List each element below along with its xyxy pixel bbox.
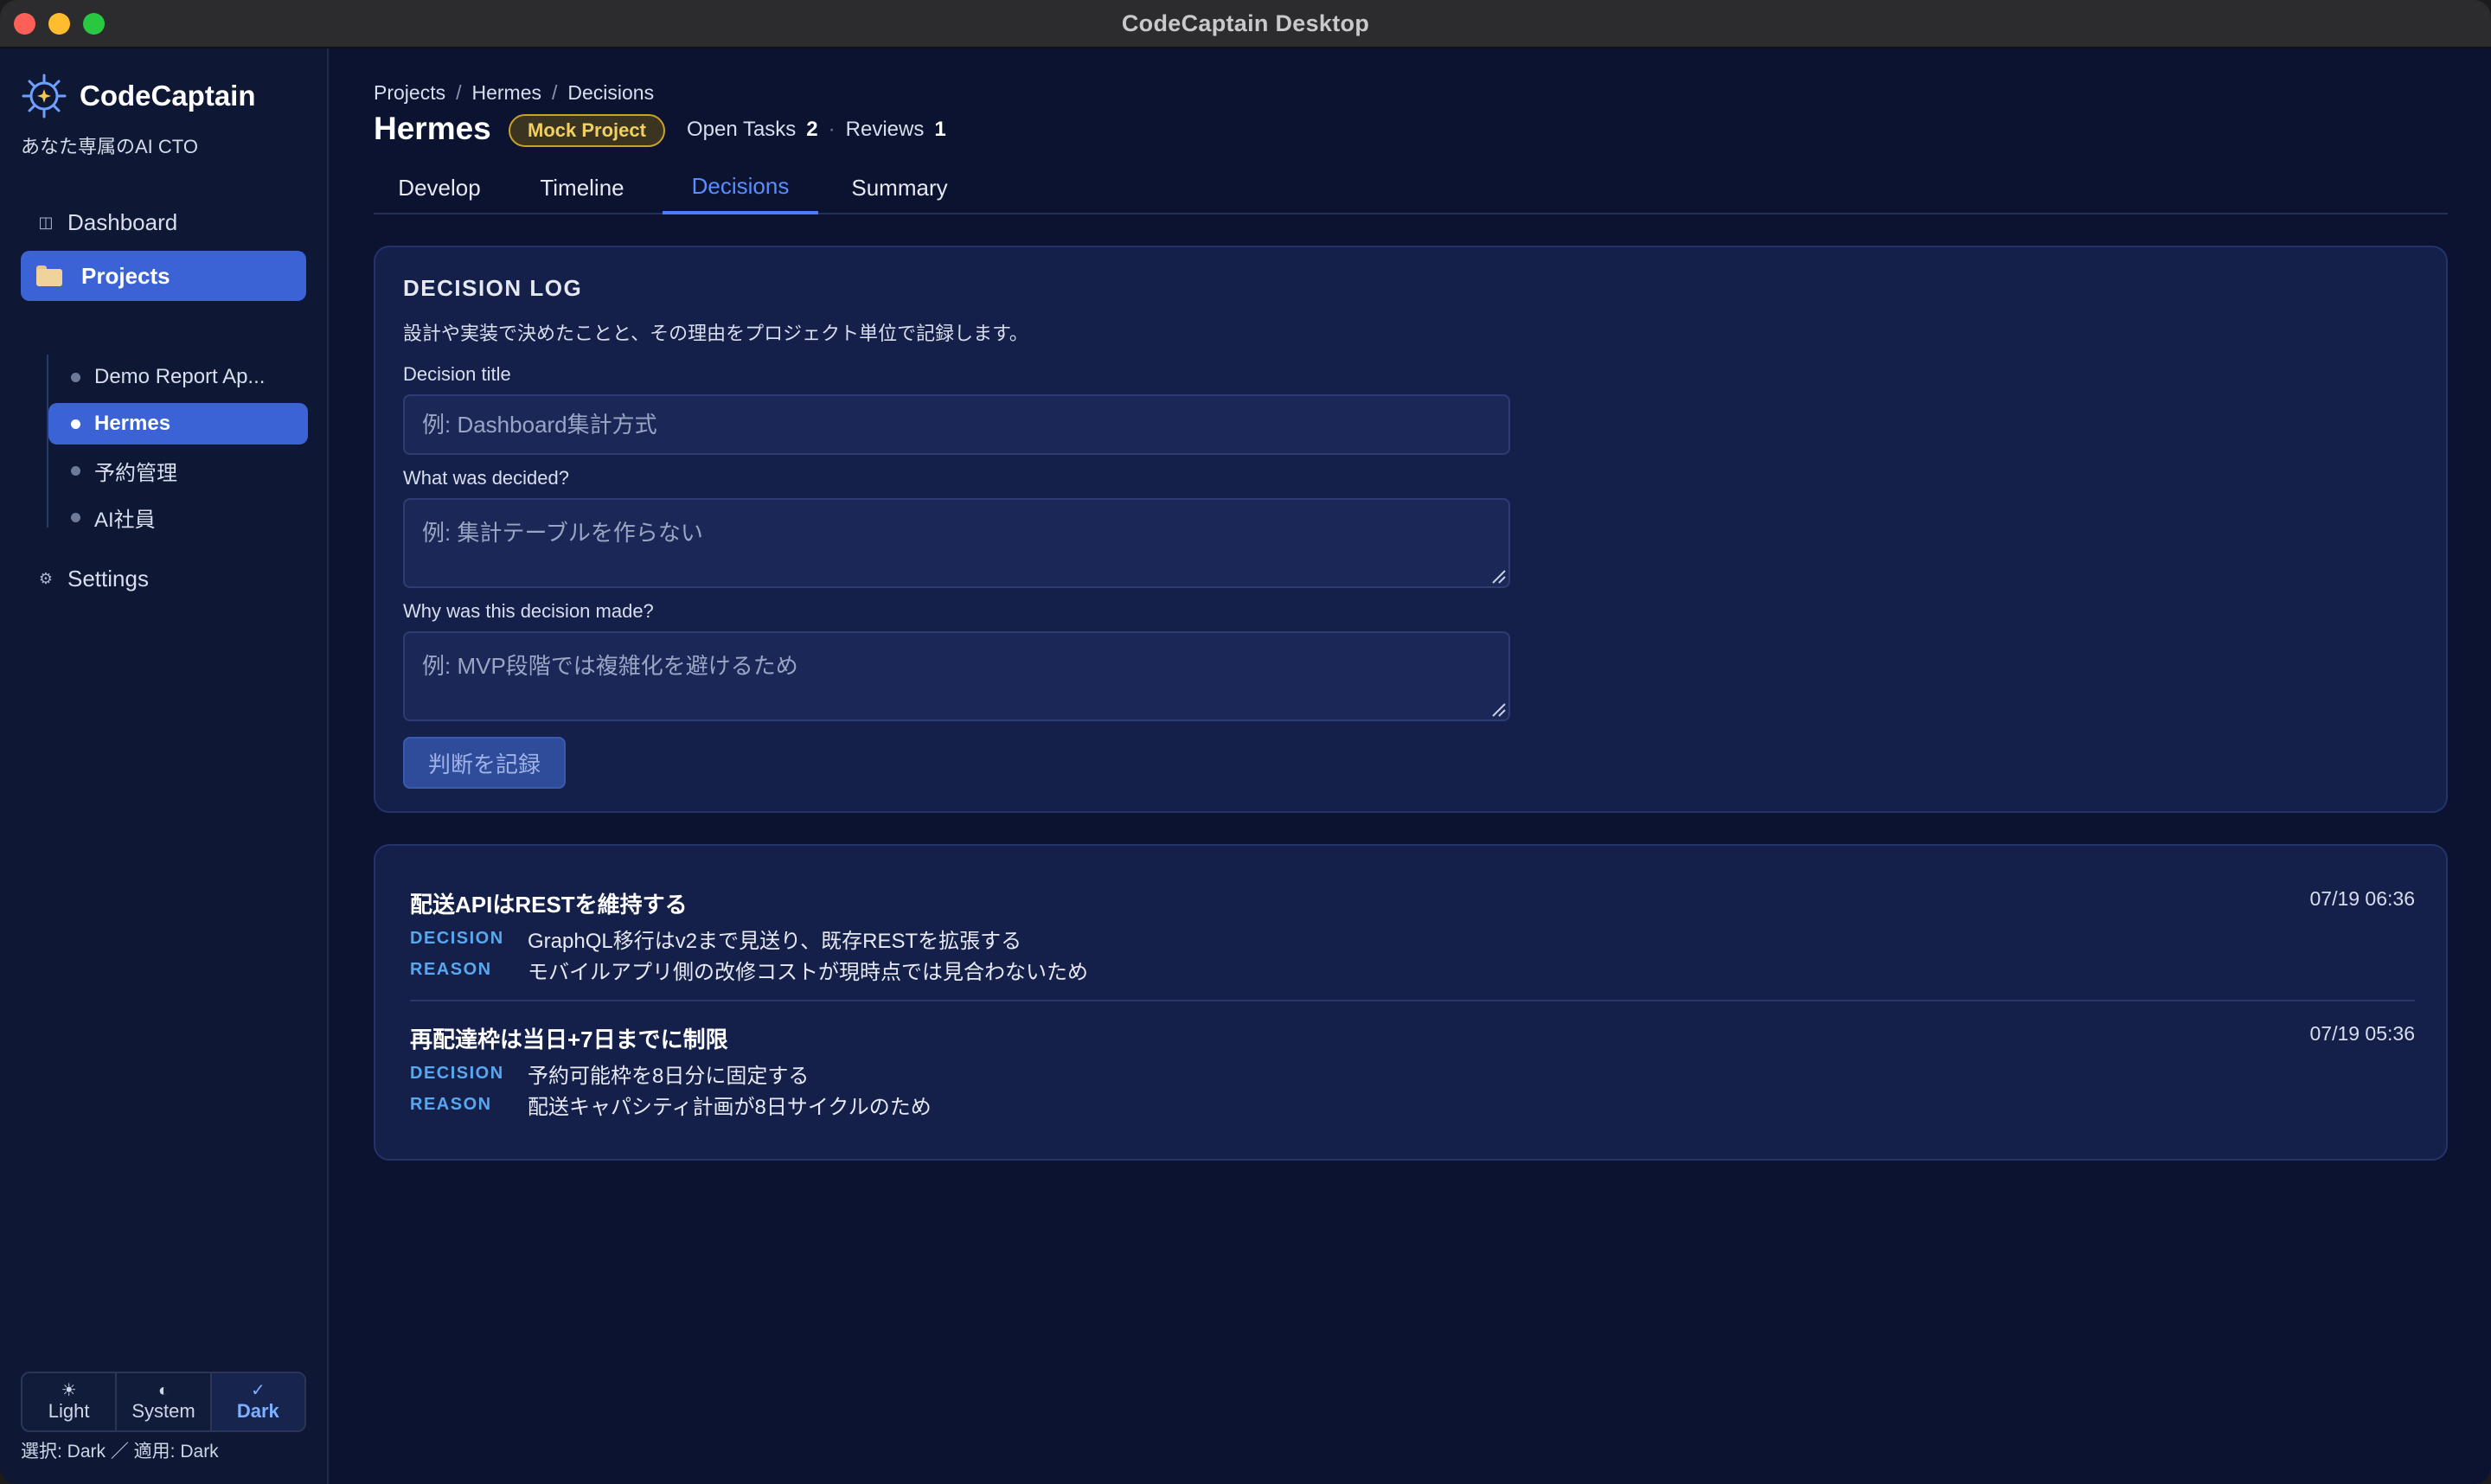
breadcrumb-separator: / [456, 81, 462, 104]
sun-icon: ☀ [61, 1381, 77, 1400]
sidebar: CodeCaptain あなた専属のAI CTO ◫ Dashboard Pro… [0, 48, 329, 1484]
mock-project-badge: Mock Project [509, 114, 665, 147]
app-window: CodeCaptain Desktop CodeCaptain あなた専属のAI… [0, 0, 2491, 1484]
bullet-icon [71, 372, 80, 382]
window-controls [14, 13, 105, 35]
tab-summary[interactable]: Summary [823, 161, 976, 214]
close-window-button[interactable] [14, 13, 35, 35]
open-tasks-count: 2 [806, 118, 818, 141]
reason-row: REASON 配送キャパシティ計画が8日サイクルのため [410, 1090, 932, 1120]
project-item-label: Hermes [94, 412, 171, 435]
reason-key-label: REASON [410, 1095, 492, 1114]
why-decided-textarea[interactable] [403, 631, 1510, 721]
brand-name: CodeCaptain [80, 80, 256, 112]
project-stats: Open Tasks 2 · Reviews 1 [687, 118, 946, 142]
dashboard-icon: ◫ [38, 213, 54, 231]
nav-settings[interactable]: ⚙ Settings [21, 553, 306, 604]
theme-dark-button[interactable]: ✓ Dark [211, 1373, 304, 1430]
tab-bar: Develop Timeline Decisions Summary [374, 161, 2448, 214]
decision-text: 予約可能枠を8日分に固定する [528, 1065, 810, 1088]
decision-timestamp: 07/19 05:36 [2309, 1022, 2415, 1045]
stats-separator: · [828, 118, 836, 141]
bullet-icon [71, 465, 80, 476]
theme-dark-label: Dark [236, 1400, 279, 1422]
tab-timeline[interactable]: Timeline [509, 161, 656, 214]
decision-form-card: DECISION LOG 設計や実装で決めたことと、その理由をプロジェクト単位で… [374, 246, 2448, 813]
project-item-label: Demo Report Ap... [94, 365, 266, 388]
breadcrumb-separator: / [552, 81, 558, 104]
what-decided-label: What was decided? [403, 467, 569, 489]
brand[interactable]: CodeCaptain [21, 73, 256, 119]
entry-divider [410, 1000, 2415, 1001]
nav-settings-label: Settings [67, 565, 149, 592]
decision-entry: 再配達枠は当日+7日までに制限 07/19 05:36 DECISION 予約可… [410, 1022, 2415, 1126]
breadcrumb-projects[interactable]: Projects [374, 81, 445, 105]
project-item-reservation[interactable]: 予約管理 [48, 450, 308, 491]
tab-develop[interactable]: Develop [374, 161, 505, 214]
decision-title-label: Decision title [403, 363, 511, 385]
gear-icon: ⚙ [38, 569, 54, 587]
nav-dashboard-label: Dashboard [67, 208, 178, 235]
project-list: Demo Report Ap... Hermes 予約管理 AI社員 [47, 355, 308, 532]
project-item-hermes[interactable]: Hermes [48, 403, 308, 445]
what-decided-textarea[interactable] [403, 498, 1510, 588]
folder-icon [36, 265, 62, 286]
nav-projects-label: Projects [81, 262, 170, 289]
breadcrumb-decisions: Decisions [567, 81, 655, 104]
decision-text: GraphQL移行はv2まで見送り、既存RESTを拡張する [528, 930, 1022, 953]
page-title: Hermes [374, 111, 491, 146]
project-item-label: 予約管理 [94, 461, 177, 485]
theme-system-button[interactable]: ◐ System [117, 1373, 212, 1430]
reason-row: REASON モバイルアプリ側の改修コストが現時点では見合わないため [410, 955, 1088, 985]
minimize-window-button[interactable] [48, 13, 70, 35]
theme-light-label: Light [48, 1400, 90, 1422]
decision-title-input[interactable] [403, 394, 1510, 455]
ship-wheel-icon [22, 74, 67, 118]
nav-dashboard[interactable]: ◫ Dashboard [21, 197, 306, 247]
resize-grip-icon[interactable] [1489, 700, 1507, 718]
decision-key-label: DECISION [410, 929, 504, 948]
record-decision-button[interactable]: 判断を記録 [403, 737, 566, 789]
title-bar: CodeCaptain Desktop [0, 0, 2491, 48]
decision-timestamp: 07/19 06:36 [2309, 887, 2415, 910]
theme-status: 選択: Dark ／ 適用: Dark [21, 1442, 219, 1462]
resize-grip-icon[interactable] [1489, 567, 1507, 585]
check-icon: ✓ [250, 1381, 266, 1400]
main-content: Projects / Hermes / Decisions Hermes Moc… [330, 48, 2491, 1484]
breadcrumb: Projects / Hermes / Decisions [374, 81, 654, 105]
why-decided-label: Why was this decision made? [403, 600, 654, 622]
breadcrumb-hermes[interactable]: Hermes [471, 81, 541, 105]
decision-title: 再配達枠は当日+7日までに制限 [410, 1027, 728, 1052]
tab-decisions[interactable]: Decisions [663, 161, 818, 214]
reason-text: モバイルアプリ側の改修コストが現時点では見合わないため [528, 961, 1088, 984]
bullet-icon [71, 512, 80, 522]
brand-tagline: あなた専属のAI CTO [21, 136, 198, 157]
theme-light-button[interactable]: ☀ Light [22, 1373, 118, 1430]
project-item-label: AI社員 [94, 508, 156, 532]
reason-key-label: REASON [410, 960, 492, 979]
decision-title: 配送APIはRESTを維持する [410, 892, 688, 918]
half-circle-icon: ◐ [157, 1381, 170, 1400]
reason-text: 配送キャパシティ計画が8日サイクルのため [528, 1096, 932, 1119]
section-title: DECISION LOG [403, 275, 583, 301]
project-item-demo-report[interactable]: Demo Report Ap... [48, 356, 308, 398]
maximize-window-button[interactable] [83, 13, 105, 35]
open-tasks-label: Open Tasks [687, 118, 797, 141]
reviews-count: 1 [934, 118, 946, 141]
decision-key-label: DECISION [410, 1064, 504, 1083]
decision-row: DECISION GraphQL移行はv2まで見送り、既存RESTを拡張する [410, 924, 1021, 954]
theme-system-label: System [131, 1400, 195, 1422]
nav-projects[interactable]: Projects [21, 251, 306, 301]
reviews-label: Reviews [845, 118, 925, 141]
decision-entry: 配送APIはRESTを維持する 07/19 06:36 DECISION Gra… [410, 887, 2415, 991]
project-item-ai-staff[interactable]: AI社員 [48, 496, 308, 538]
decision-row: DECISION 予約可能枠を8日分に固定する [410, 1059, 809, 1089]
section-description: 設計や実装で決めたことと、その理由をプロジェクト単位で記録します。 [403, 323, 1028, 344]
theme-switcher: ☀ Light ◐ System ✓ Dark [21, 1372, 306, 1432]
bullet-icon [71, 419, 80, 429]
decision-list-card: 配送APIはRESTを維持する 07/19 06:36 DECISION Gra… [374, 844, 2448, 1161]
window-title: CodeCaptain Desktop [1121, 10, 1370, 36]
